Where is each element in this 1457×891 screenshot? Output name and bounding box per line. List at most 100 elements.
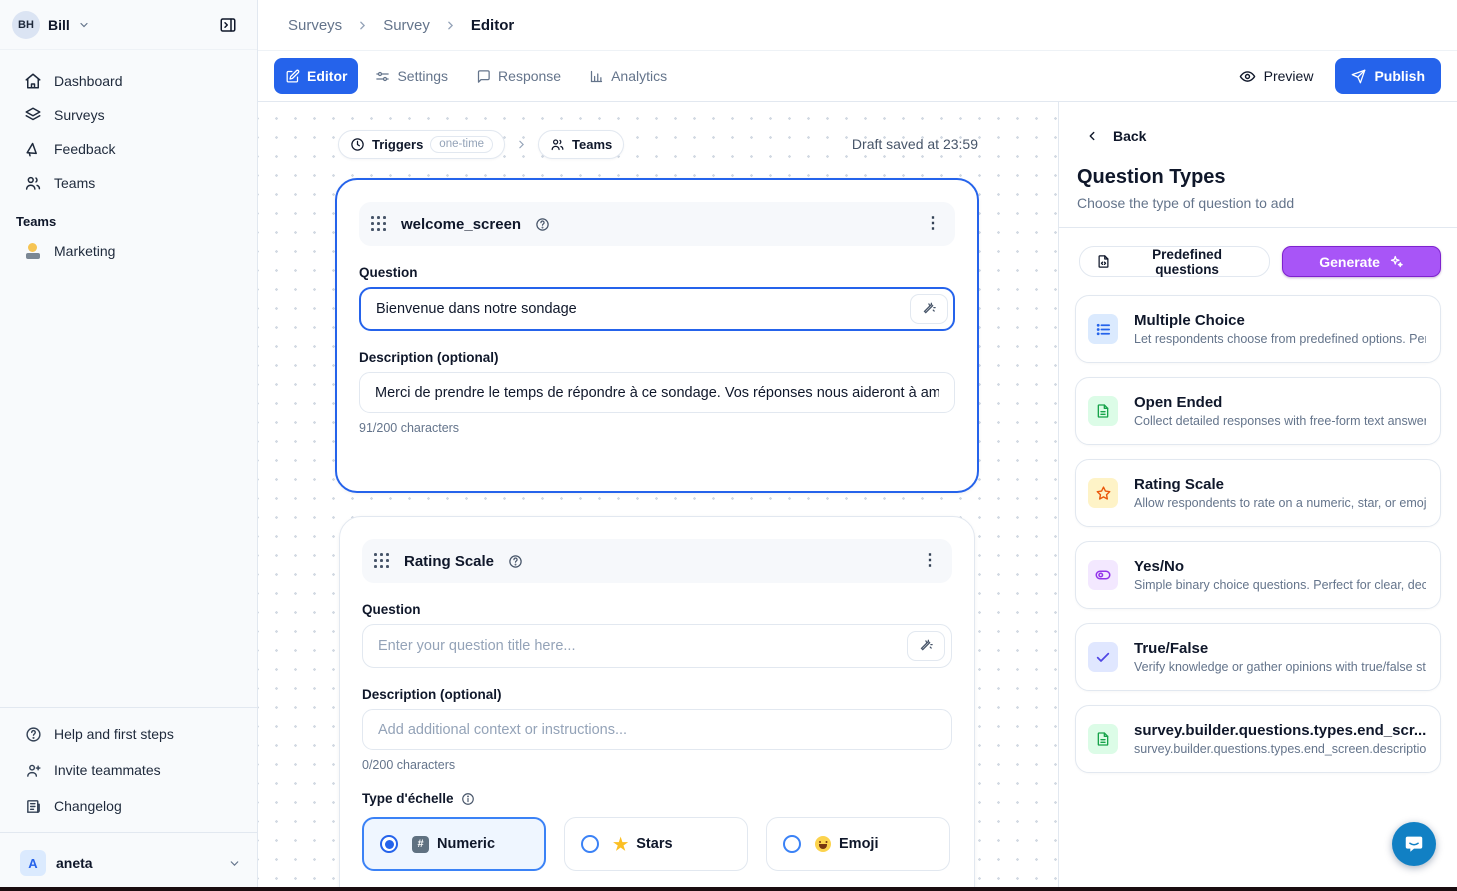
- newspaper-icon: [24, 798, 42, 815]
- question-type-multiple-choice[interactable]: Multiple Choice Let respondents choose f…: [1075, 295, 1441, 363]
- sidebar: BH Bill Dashboard Surveys Feedback: [0, 0, 258, 891]
- magic-wand-icon[interactable]: [910, 294, 948, 324]
- sidebar-nav: Dashboard Surveys Feedback Teams: [0, 50, 257, 200]
- question-type-title: survey.builder.questions.types.end_scr..…: [1134, 722, 1426, 739]
- question-description-input[interactable]: [362, 709, 952, 750]
- publish-label: Publish: [1374, 68, 1425, 84]
- scale-option-label: Stars: [636, 836, 672, 852]
- radio-selected-icon: [380, 835, 398, 853]
- question-type-description: Simple binary choice questions. Perfect …: [1134, 578, 1426, 592]
- chevron-down-icon: [78, 19, 90, 31]
- tab-analytics[interactable]: Analytics: [578, 58, 678, 94]
- preview-button[interactable]: Preview: [1231, 68, 1322, 85]
- publish-button[interactable]: Publish: [1335, 58, 1441, 94]
- sidebar-collapse-icon[interactable]: [211, 8, 245, 42]
- footer-item-label: Invite teammates: [54, 762, 161, 778]
- drag-handle-icon[interactable]: [371, 216, 387, 232]
- chevron-right-icon: [356, 19, 369, 32]
- smiley-emoji-icon: [815, 836, 831, 852]
- question-type-end-screen[interactable]: survey.builder.questions.types.end_scr..…: [1075, 705, 1441, 773]
- sidebar-item-label: Surveys: [54, 107, 105, 123]
- magic-wand-icon[interactable]: [907, 631, 945, 661]
- bottom-window-edge: [0, 887, 1457, 891]
- question-card-rating-scale[interactable]: Rating Scale ⋮ Question Description (opt…: [339, 516, 975, 891]
- divider: [0, 707, 257, 708]
- question-type-title: True/False: [1134, 640, 1426, 657]
- predefined-questions-button[interactable]: Predefined questions: [1079, 246, 1270, 277]
- edit-icon: [285, 69, 300, 84]
- kebab-menu-icon[interactable]: ⋮: [925, 216, 941, 232]
- tab-editor[interactable]: Editor: [274, 58, 358, 94]
- preview-label: Preview: [1264, 68, 1314, 84]
- drag-handle-icon[interactable]: [374, 553, 390, 569]
- sidebar-item-team-marketing[interactable]: Marketing: [0, 235, 257, 267]
- back-label: Back: [1113, 128, 1146, 144]
- eye-icon: [1239, 68, 1256, 85]
- sidebar-item-teams[interactable]: Teams: [0, 166, 257, 200]
- question-field-label: Question: [362, 602, 952, 617]
- question-field-label: Question: [359, 265, 955, 280]
- question-type-yes-no[interactable]: Yes/No Simple binary choice questions. P…: [1075, 541, 1441, 609]
- teams-chip[interactable]: Teams: [538, 130, 624, 159]
- workspace-switcher[interactable]: BH Bill: [0, 0, 257, 50]
- chevron-right-icon: [444, 19, 457, 32]
- scale-option-numeric[interactable]: # Numeric: [362, 817, 546, 871]
- question-type-open-ended[interactable]: Open Ended Collect detailed responses wi…: [1075, 377, 1441, 445]
- help-circle-icon[interactable]: [508, 554, 523, 569]
- tab-settings[interactable]: Settings: [364, 58, 459, 94]
- file-code-icon: [1096, 254, 1111, 269]
- account-menu[interactable]: A aneta: [0, 841, 257, 885]
- file-text-icon: [1088, 724, 1118, 754]
- question-type-description: Let respondents choose from predefined o…: [1134, 332, 1426, 346]
- tab-label: Response: [498, 68, 561, 84]
- sidebar-item-changelog[interactable]: Changelog: [0, 788, 257, 824]
- question-card-welcome-screen[interactable]: welcome_screen ⋮ Question Description (o…: [335, 178, 979, 493]
- sidebar-item-label: Dashboard: [54, 73, 123, 89]
- technologist-emoji-icon: [24, 243, 42, 259]
- scale-type-label: Type d'échelle: [362, 791, 952, 806]
- scale-option-label: Emoji: [839, 836, 878, 852]
- generate-button[interactable]: Generate: [1282, 246, 1441, 277]
- scale-type-options: # Numeric ★ Stars Emoji: [362, 817, 952, 871]
- chat-launcher-button[interactable]: [1392, 822, 1436, 866]
- back-button[interactable]: Back: [1075, 120, 1441, 144]
- sidebar-item-help[interactable]: Help and first steps: [0, 716, 257, 752]
- description-field-label: Description (optional): [359, 350, 955, 365]
- home-icon: [24, 72, 42, 90]
- sidebar-item-dashboard[interactable]: Dashboard: [0, 64, 257, 98]
- chevron-down-icon: [228, 857, 241, 870]
- question-type-title: Yes/No: [1134, 558, 1426, 575]
- question-title-input[interactable]: [359, 287, 955, 331]
- draft-status: Draft saved at 23:59: [852, 136, 978, 152]
- scale-option-emoji[interactable]: Emoji: [766, 817, 950, 871]
- file-text-icon: [1088, 396, 1118, 426]
- sidebar-item-feedback[interactable]: Feedback: [0, 132, 257, 166]
- tab-response[interactable]: Response: [465, 58, 572, 94]
- breadcrumb-survey[interactable]: Survey: [369, 17, 444, 34]
- question-type-title: Rating Scale: [1134, 476, 1426, 493]
- teams-section-label: Teams: [0, 200, 257, 235]
- panel-actions: Predefined questions Generate: [1079, 246, 1441, 277]
- account-name: aneta: [56, 855, 93, 871]
- scale-option-stars[interactable]: ★ Stars: [564, 817, 748, 871]
- editor-toolbar: Editor Settings Response Analytics Previ…: [258, 51, 1457, 102]
- question-card-header: welcome_screen ⋮: [359, 202, 955, 246]
- sidebar-item-surveys[interactable]: Surveys: [0, 98, 257, 132]
- sidebar-item-invite[interactable]: Invite teammates: [0, 752, 257, 788]
- question-type-true-false[interactable]: True/False Verify knowledge or gather op…: [1075, 623, 1441, 691]
- question-description-input[interactable]: [359, 372, 955, 413]
- canvas-header-row: Triggers one-time Teams Draft saved at 2…: [338, 129, 978, 159]
- hash-keycap-icon: #: [412, 836, 429, 853]
- question-type-rating-scale[interactable]: Rating Scale Allow respondents to rate o…: [1075, 459, 1441, 527]
- sliders-icon: [375, 69, 390, 84]
- help-circle-icon[interactable]: [535, 217, 550, 232]
- clock-icon: [350, 137, 365, 152]
- triggers-chip[interactable]: Triggers one-time: [338, 130, 505, 159]
- kebab-menu-icon[interactable]: ⋮: [922, 553, 938, 569]
- sparkles-icon: [1389, 254, 1404, 269]
- help-circle-icon: [24, 726, 42, 743]
- question-title-input[interactable]: [362, 624, 952, 668]
- breadcrumb-surveys[interactable]: Surveys: [274, 17, 356, 34]
- info-icon[interactable]: [461, 792, 475, 806]
- check-icon: [1088, 642, 1118, 672]
